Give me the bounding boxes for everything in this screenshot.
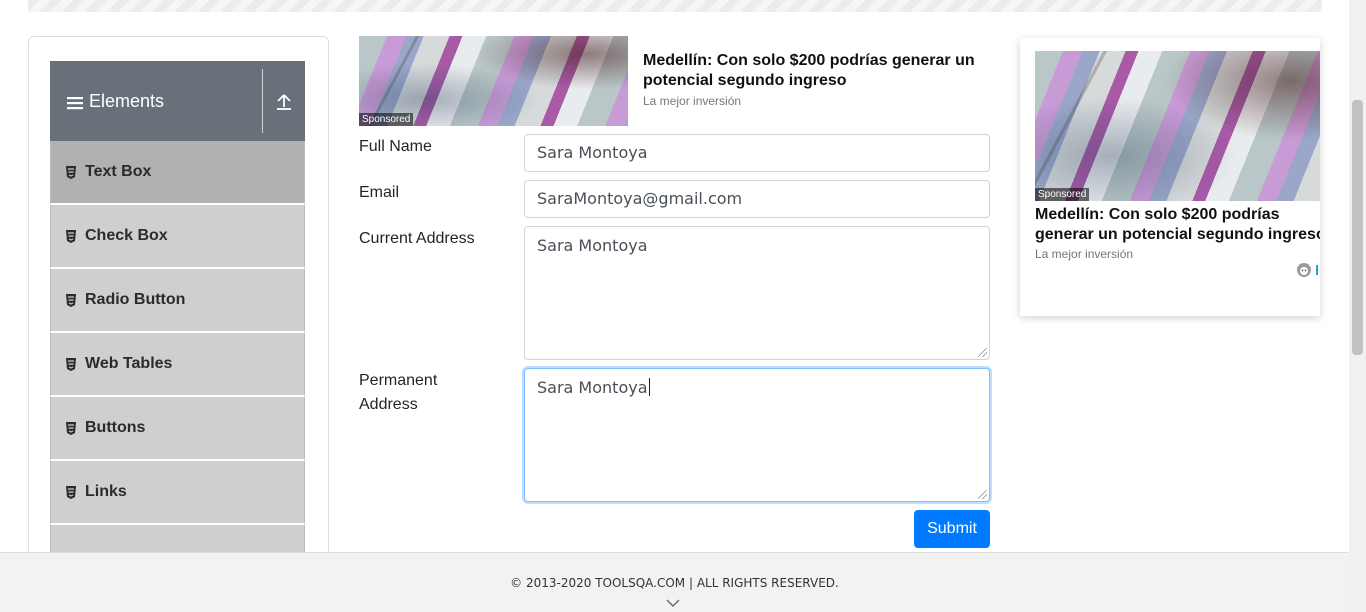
- sidebar-item-buttons[interactable]: Buttons: [50, 397, 305, 461]
- permanent-address-textarea[interactable]: Sara Montoya: [524, 368, 990, 502]
- footer: © 2013-2020 TOOLSQA.COM | ALL RIGHTS RES…: [0, 552, 1349, 612]
- current-address-textarea[interactable]: Sara Montoya: [524, 226, 990, 360]
- sidebar-item-label: Buttons: [85, 419, 146, 436]
- sidebar-item-web-tables[interactable]: Web Tables: [50, 333, 305, 397]
- html5-icon: [66, 357, 76, 371]
- sidebar-menu: Text Box Check Box Radio Button Web Tabl…: [50, 141, 305, 589]
- email-label: Email: [359, 184, 400, 201]
- email-input[interactable]: SaraMontoya@gmail.com: [524, 180, 990, 218]
- permanent-address-label-line2: Address: [359, 396, 418, 413]
- adchoices-icon[interactable]: [1316, 263, 1320, 277]
- ad-headline[interactable]: Medellín: Con solo $200 podrías generar …: [643, 51, 1021, 91]
- footer-copyright: © 2013-2020 TOOLSQA.COM | ALL RIGHTS RES…: [510, 576, 839, 590]
- permanent-address-label: Permanent Address: [359, 369, 437, 417]
- resize-handle[interactable]: [978, 490, 987, 499]
- submit-button[interactable]: Submit: [914, 510, 990, 548]
- hamburger-icon: [67, 96, 83, 109]
- ad-image[interactable]: Sponsored: [1035, 51, 1320, 201]
- html5-icon: [66, 421, 76, 435]
- sidebar-item-label: Check Box: [85, 227, 168, 244]
- sidebar-item-label: Web Tables: [85, 355, 173, 372]
- permanent-address-label-line1: Permanent: [359, 372, 438, 389]
- html5-icon: [66, 229, 76, 243]
- ad-choices[interactable]: [1296, 262, 1320, 278]
- group-title-label: Elements: [89, 90, 165, 111]
- sidebar-item-text-box[interactable]: Text Box: [50, 141, 305, 205]
- ad-brand[interactable]: La mejor inversión: [1035, 247, 1133, 261]
- sponsored-tag: Sponsored: [1035, 188, 1090, 201]
- sidebar-item-label: Links: [85, 483, 127, 500]
- chevron-down-icon[interactable]: [666, 599, 680, 608]
- ad-feedback-icon[interactable]: [1296, 262, 1312, 278]
- html5-icon: [66, 485, 76, 499]
- page: Elements Text Box Check Box Radio Button…: [0, 0, 1366, 612]
- html5-icon: [66, 293, 76, 307]
- upload-arrow-icon: [277, 94, 291, 110]
- text-caret: [648, 378, 650, 396]
- right-ad-card[interactable]: Sponsored Medellín: Con solo $200 podría…: [1020, 38, 1320, 316]
- sponsored-tag: Sponsored: [359, 113, 414, 126]
- current-address-text: Sara Montoya: [537, 236, 648, 255]
- group-title[interactable]: Elements: [50, 61, 262, 141]
- full-name-input[interactable]: Sara Montoya: [524, 134, 990, 172]
- full-name-label: Full Name: [359, 138, 432, 155]
- scrollbar-thumb[interactable]: [1352, 100, 1363, 355]
- sidebar-item-links[interactable]: Links: [50, 461, 305, 525]
- top-ad-banner[interactable]: Sponsored Medellín: Con solo $200 podría…: [359, 36, 1021, 126]
- ad-headline[interactable]: Medellín: Con solo $200 podrías generar …: [1035, 205, 1320, 245]
- current-address-label: Current Address: [359, 230, 475, 247]
- resize-handle[interactable]: [978, 348, 987, 357]
- sidebar-item-radio-button[interactable]: Radio Button: [50, 269, 305, 333]
- permanent-address-text: Sara Montoya: [537, 378, 648, 397]
- ad-image[interactable]: Sponsored: [359, 36, 628, 126]
- collapse-toggle[interactable]: [263, 61, 305, 141]
- top-decorative-strip: [28, 0, 1322, 12]
- sidebar-item-label: Radio Button: [85, 291, 186, 308]
- sidebar-item-check-box[interactable]: Check Box: [50, 205, 305, 269]
- sidebar-group-elements[interactable]: Elements: [50, 61, 305, 141]
- html5-icon: [66, 165, 76, 179]
- ad-brand[interactable]: La mejor inversión: [643, 94, 741, 108]
- sidebar-item-label: Text Box: [85, 163, 152, 180]
